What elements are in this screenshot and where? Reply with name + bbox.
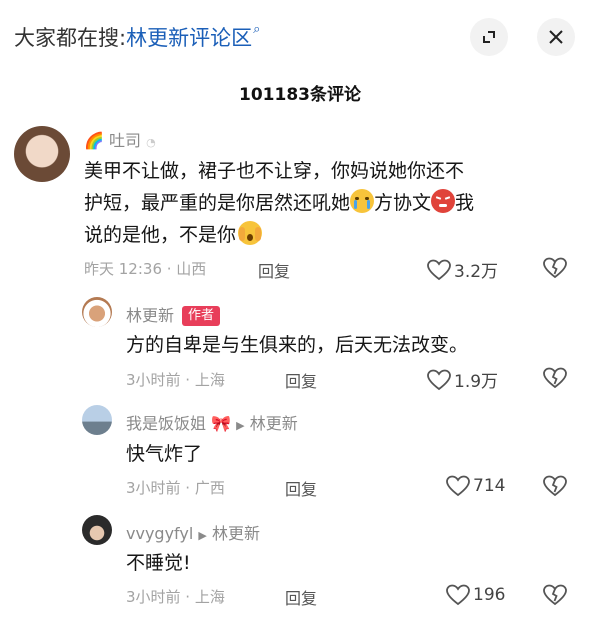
comment-username[interactable]: vvygyfyl ▶ 林更新 [126, 520, 260, 544]
search-icon: ⌕ [253, 22, 261, 37]
minimize-button[interactable] [470, 18, 508, 56]
angry-emoji-icon [431, 189, 456, 213]
avatar[interactable] [82, 405, 112, 435]
reply-arrow-icon: ▶ [236, 419, 245, 432]
shocked-emoji-icon [238, 221, 263, 245]
search-query-link[interactable]: 林更新评论区 [126, 26, 252, 50]
like-count: 196 [473, 585, 506, 605]
heart-icon [427, 369, 451, 390]
comment-text: 快气炸了 [126, 443, 203, 465]
heart-icon [446, 475, 470, 497]
bow-icon: 🎀 [211, 414, 232, 433]
avatar[interactable] [82, 515, 112, 545]
minimize-icon [483, 31, 495, 43]
comment-time-location: 3小时前 · 广西 [126, 479, 225, 497]
reply-button[interactable]: 回复 [285, 476, 317, 500]
like-count: 1.9万 [454, 372, 499, 392]
comment-time-location: 3小时前 · 上海 [126, 588, 225, 606]
heart-icon [446, 584, 470, 606]
comment-text: 不睡觉! [126, 552, 191, 574]
rainbow-icon: 🌈 [84, 131, 104, 150]
like-button[interactable]: 1.9万 [427, 367, 498, 392]
broken-heart-icon [543, 367, 567, 389]
badge-icon: ◔ [146, 136, 156, 149]
close-button[interactable] [537, 18, 575, 56]
close-icon [549, 30, 563, 44]
reply-button[interactable]: 回复 [285, 585, 317, 609]
reply-button[interactable]: 回复 [258, 258, 290, 282]
comment-time-location: 昨天 12:36 · 山西 [84, 260, 207, 278]
comment-username[interactable]: 我是饭饭姐 🎀 ▶ 林更新 [126, 410, 298, 434]
dislike-button[interactable] [543, 367, 567, 393]
broken-heart-icon [543, 475, 567, 497]
like-count: 714 [473, 476, 506, 496]
reply-arrow-icon: ▶ [198, 529, 207, 542]
comment-time-location: 3小时前 · 上海 [126, 371, 225, 389]
comment-text: 方的自卑是与生俱来的，后天无法改变。 [126, 334, 469, 356]
avatar[interactable] [14, 126, 70, 182]
reply-to-user[interactable]: 林更新 [212, 524, 260, 543]
comment-text: 美甲不让做，裙子也不让穿，你妈说她你还不 护短，最严重的是你居然还吼她 方协文我 … [84, 160, 475, 246]
broken-heart-icon [543, 257, 567, 279]
comment-count-title: 101183条评论 [239, 85, 361, 105]
like-button[interactable]: 196 [446, 584, 505, 606]
like-button[interactable]: 714 [446, 475, 505, 497]
heart-icon [427, 259, 451, 280]
dislike-button[interactable] [543, 257, 567, 283]
comment-username[interactable]: 林更新 作者 [126, 302, 221, 326]
comment-username[interactable]: 🌈 吐司 ◔ [84, 127, 156, 151]
reply-button[interactable]: 回复 [285, 368, 317, 392]
like-count: 3.2万 [454, 262, 499, 282]
top-bar: 大家都在搜:林更新评论区⌕ [0, 0, 600, 78]
search-suggestion[interactable]: 大家都在搜:林更新评论区⌕ [14, 22, 260, 52]
dislike-button[interactable] [543, 475, 567, 501]
like-button[interactable]: 3.2万 [427, 257, 498, 282]
avatar[interactable] [82, 297, 112, 327]
crying-emoji-icon [350, 189, 375, 213]
reply-to-user[interactable]: 林更新 [250, 414, 298, 433]
dislike-button[interactable] [543, 584, 567, 610]
search-prefix: 大家都在搜: [14, 26, 127, 50]
broken-heart-icon [543, 584, 567, 606]
author-badge: 作者 [182, 306, 221, 326]
